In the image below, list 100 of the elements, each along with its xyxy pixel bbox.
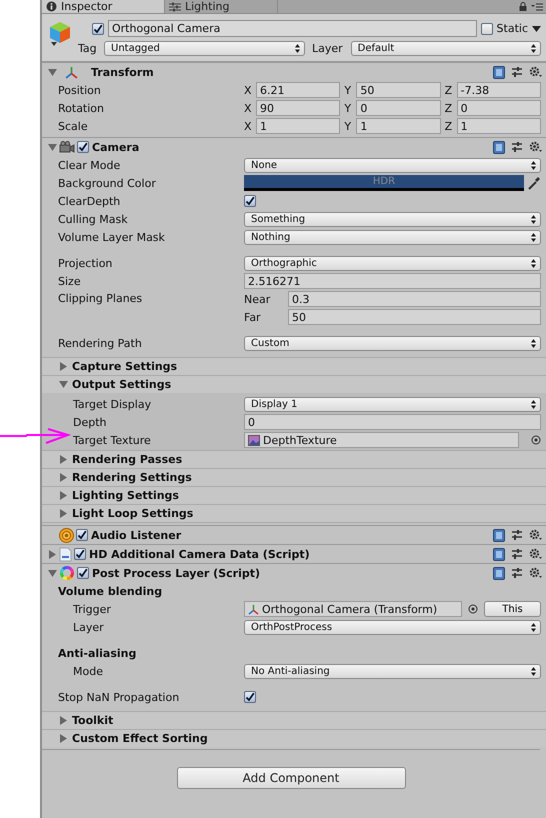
component-title[interactable]: HD Additional Camera Data (Script) bbox=[89, 548, 310, 560]
number-field[interactable]: 50 bbox=[288, 309, 541, 325]
sliders-icon[interactable] bbox=[511, 529, 523, 541]
number-field[interactable]: 50 bbox=[356, 82, 441, 98]
name-field[interactable]: Orthogonal Camera bbox=[108, 20, 477, 37]
help-book-icon[interactable] bbox=[493, 566, 505, 580]
help-book-icon[interactable] bbox=[493, 66, 505, 78]
add-component-button[interactable]: Add Component bbox=[176, 767, 406, 789]
sliders-icon[interactable] bbox=[511, 141, 523, 153]
settings-icon[interactable] bbox=[529, 567, 542, 579]
sliders-icon[interactable] bbox=[511, 548, 523, 560]
settings-icon[interactable] bbox=[529, 66, 542, 78]
static-checkbox[interactable] bbox=[480, 22, 493, 34]
enable-checkbox[interactable] bbox=[76, 529, 88, 541]
lock-icon[interactable] bbox=[519, 2, 527, 11]
number-field[interactable]: 1 bbox=[256, 118, 340, 134]
updown-arrows-icon bbox=[531, 622, 536, 632]
object-field[interactable]: Orthogonal Camera (Transform) bbox=[244, 601, 462, 617]
foldout-title[interactable]: Rendering Settings bbox=[72, 471, 192, 484]
tag-dropdown[interactable]: Untagged bbox=[104, 41, 305, 56]
tag-label: Tag bbox=[78, 42, 98, 55]
sliders-icon[interactable] bbox=[511, 66, 523, 78]
foldout-title[interactable]: Toolkit bbox=[72, 714, 114, 727]
number-field[interactable]: 1 bbox=[456, 118, 541, 134]
number-field[interactable]: 0 bbox=[456, 100, 541, 116]
sliders-icon[interactable] bbox=[511, 567, 523, 579]
this-button[interactable]: This bbox=[484, 601, 541, 617]
dropdown[interactable]: Nothing bbox=[244, 230, 541, 244]
field-label: Background Color bbox=[58, 176, 157, 190]
dropdown-arrow-icon[interactable] bbox=[532, 26, 541, 32]
expand-arrow-icon[interactable] bbox=[59, 491, 68, 500]
checkbox[interactable] bbox=[244, 691, 256, 703]
enable-checkbox[interactable] bbox=[77, 567, 89, 579]
collapse-arrow-icon[interactable] bbox=[59, 380, 68, 389]
number-field[interactable]: -7.38 bbox=[456, 82, 541, 98]
script-file-icon bbox=[59, 546, 72, 562]
object-picker-icon[interactable] bbox=[531, 435, 541, 445]
active-checkbox[interactable] bbox=[92, 22, 104, 34]
axis-label: X bbox=[244, 102, 253, 114]
settings-icon[interactable] bbox=[529, 548, 542, 560]
help-book-icon[interactable] bbox=[493, 140, 505, 154]
foldout-title[interactable]: Light Loop Settings bbox=[72, 507, 194, 520]
dropdown[interactable]: OrthPostProcess bbox=[244, 620, 541, 634]
info-icon bbox=[46, 1, 57, 12]
foldout-title[interactable]: Output Settings bbox=[72, 378, 172, 391]
dropdown[interactable]: None bbox=[244, 158, 541, 172]
eyedropper-icon[interactable] bbox=[528, 176, 541, 190]
dropdown[interactable]: No Anti-aliasing bbox=[244, 664, 541, 678]
expand-arrow-icon[interactable] bbox=[59, 455, 68, 464]
number-field[interactable]: 0.3 bbox=[288, 291, 541, 307]
object-field[interactable]: DepthTexture bbox=[244, 432, 519, 448]
foldout-title[interactable]: Rendering Passes bbox=[72, 453, 182, 466]
field-label: Projection bbox=[58, 256, 114, 270]
foldout-title[interactable]: Lighting Settings bbox=[72, 489, 179, 502]
component-title[interactable]: Post Process Layer (Script) bbox=[92, 566, 260, 580]
updown-arrows-icon bbox=[531, 258, 536, 268]
number-field[interactable]: 0 bbox=[356, 100, 441, 116]
dropdown[interactable]: Something bbox=[244, 212, 541, 226]
dropdown[interactable]: Display 1 bbox=[244, 396, 541, 412]
foldout-title[interactable]: Custom Effect Sorting bbox=[72, 732, 208, 745]
help-book-icon[interactable] bbox=[493, 528, 505, 542]
collapse-arrow-icon[interactable] bbox=[48, 142, 57, 152]
foldout-title[interactable]: Capture Settings bbox=[72, 360, 178, 373]
expand-arrow-icon[interactable] bbox=[59, 509, 68, 518]
component-title[interactable]: Audio Listener bbox=[91, 528, 182, 542]
expand-arrow-icon[interactable] bbox=[59, 716, 68, 725]
layer-dropdown[interactable]: Default bbox=[350, 41, 541, 56]
collapse-arrow-icon[interactable] bbox=[48, 568, 57, 578]
dropdown[interactable]: Custom bbox=[244, 336, 541, 350]
field-label: Target Texture bbox=[73, 434, 152, 446]
text-field[interactable]: 0 bbox=[244, 414, 541, 430]
speaker-ring-icon bbox=[59, 528, 74, 542]
layer-label: Layer bbox=[312, 42, 343, 55]
updown-arrows-icon bbox=[531, 232, 536, 242]
expand-arrow-icon[interactable] bbox=[48, 550, 57, 558]
number-field[interactable]: 6.21 bbox=[256, 82, 340, 98]
help-book-icon[interactable] bbox=[493, 548, 505, 560]
checkbox[interactable] bbox=[244, 195, 256, 207]
axis-label: Y bbox=[344, 102, 352, 114]
settings-icon[interactable] bbox=[529, 529, 542, 541]
number-field[interactable]: 90 bbox=[256, 100, 340, 116]
tab[interactable]: Inspector bbox=[42, 0, 165, 13]
enable-checkbox[interactable] bbox=[77, 141, 89, 153]
dropdown[interactable]: Orthographic bbox=[244, 256, 541, 270]
field-label: Size bbox=[58, 274, 82, 288]
component-title[interactable]: Camera bbox=[92, 140, 140, 154]
expand-arrow-icon[interactable] bbox=[59, 473, 68, 482]
field-label: Near bbox=[244, 292, 272, 306]
component-title[interactable]: Transform bbox=[91, 66, 154, 78]
updown-arrows-icon bbox=[295, 44, 300, 53]
collapse-arrow-icon[interactable] bbox=[48, 68, 57, 76]
number-field[interactable]: 1 bbox=[356, 118, 441, 134]
expand-arrow-icon[interactable] bbox=[59, 734, 68, 743]
object-picker-icon[interactable] bbox=[468, 604, 478, 614]
settings-icon[interactable] bbox=[529, 141, 542, 153]
enable-checkbox[interactable] bbox=[74, 548, 86, 560]
menu-icon[interactable] bbox=[531, 2, 543, 10]
object-name: Orthogonal Camera (Transform) bbox=[262, 602, 438, 616]
expand-arrow-icon[interactable] bbox=[59, 362, 68, 371]
text-field[interactable]: 2.516271 bbox=[244, 273, 541, 289]
